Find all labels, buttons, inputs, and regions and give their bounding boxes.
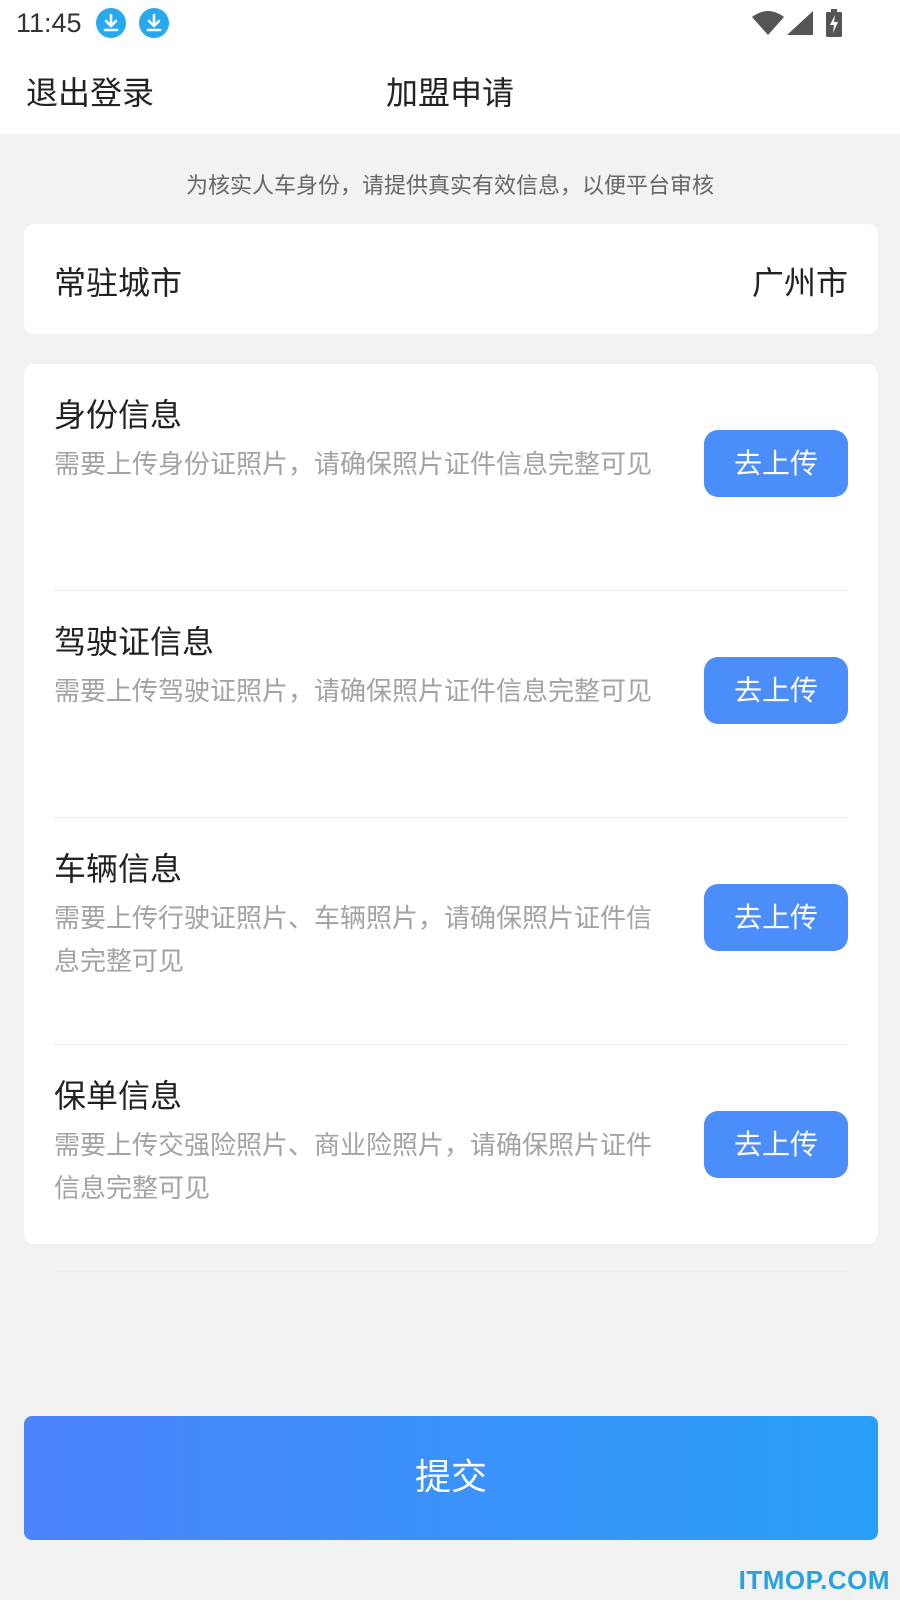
resident-city-value[interactable]: 广州市: [752, 258, 848, 304]
download-icon: [139, 8, 169, 38]
document-item-insurance: 保单信息 需要上传交强险照片、商业险照片，请确保照片证件信息完整可见 去上传: [54, 1045, 848, 1272]
page-title: 加盟申请: [385, 74, 514, 112]
watermark-logo: ITMOP.COM: [738, 1565, 890, 1595]
divider: [54, 1271, 848, 1272]
document-title: 驾驶证信息: [54, 623, 215, 661]
document-description: 需要上传驾驶证照片，请确保照片证件信息完整可见: [54, 677, 653, 707]
document-title: 车辆信息: [54, 850, 183, 888]
documents-card: 身份信息 需要上传身份证照片，请确保照片证件信息完整可见 去上传 驾驶证信息 需…: [24, 364, 878, 1272]
document-title: 保单信息: [54, 1077, 183, 1115]
document-title: 身份信息: [54, 396, 183, 434]
document-item-vehicle: 车辆信息 需要上传行驶证照片、车辆照片，请确保照片证件信息完整可见 去上传: [54, 818, 848, 1045]
nav-bar: 退出登录 加盟申请: [0, 48, 900, 134]
document-description: 需要上传身份证照片，请确保照片证件信息完整可见: [54, 450, 653, 480]
wifi-icon: [752, 11, 784, 35]
document-item-identity: 身份信息 需要上传身份证照片，请确保照片证件信息完整可见 去上传: [54, 364, 848, 591]
upload-insurance-button[interactable]: 去上传: [704, 1111, 848, 1178]
document-description: 需要上传交强险照片、商业险照片，请确保照片证件信息完整可见: [54, 1131, 653, 1204]
status-bar: 11:45: [0, 0, 900, 48]
upload-vehicle-button[interactable]: 去上传: [704, 884, 848, 951]
document-item-driver-license: 驾驶证信息 需要上传驾驶证照片，请确保照片证件信息完整可见 去上传: [54, 591, 848, 818]
document-description: 需要上传行驶证照片、车辆照片，请确保照片证件信息完整可见: [54, 904, 653, 977]
download-icon: [96, 8, 126, 38]
submit-button[interactable]: 提交: [24, 1416, 878, 1540]
resident-city-row[interactable]: 常驻城市 广州市: [24, 224, 878, 334]
upload-driver-license-button[interactable]: 去上传: [704, 657, 848, 724]
verification-notice: 为核实人车身份，请提供真实有效信息，以便平台审核: [185, 174, 714, 199]
signal-icon: [787, 11, 813, 35]
resident-city-label: 常驻城市: [54, 264, 183, 302]
status-time: 11:45: [16, 8, 82, 38]
upload-identity-button[interactable]: 去上传: [704, 430, 848, 497]
battery-charging-icon: [826, 9, 842, 37]
